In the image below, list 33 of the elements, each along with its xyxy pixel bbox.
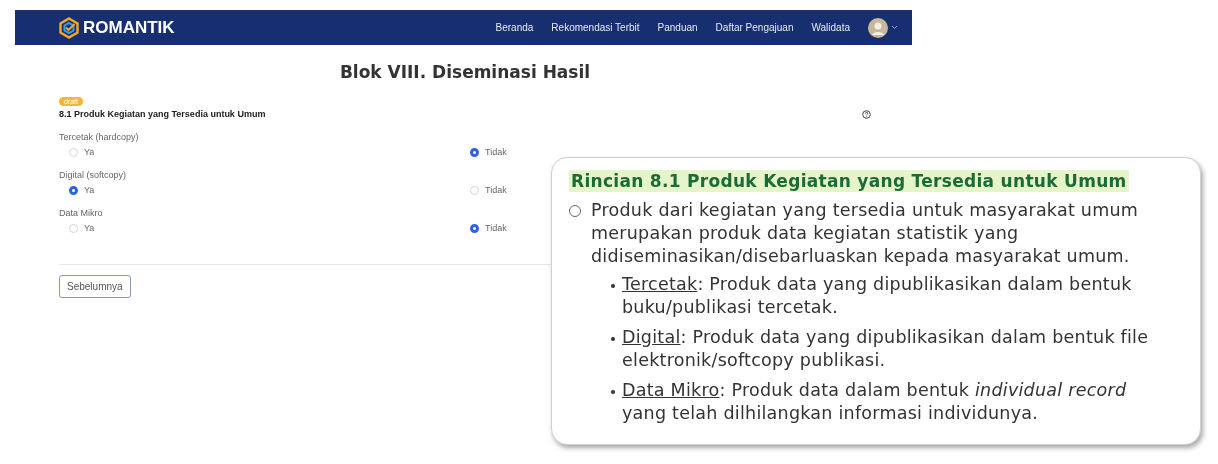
radio-button[interactable] — [470, 147, 479, 157]
bullet-icon — [611, 337, 615, 341]
definition-text: Data Mikro: Produk data dalam bentuk individual record yang telah dilhilangkan informasi individunya. — [622, 379, 1128, 425]
bullet-icon — [611, 390, 615, 394]
callout-title: Rincian 8.1 Produk Kegiatan yang Tersedia untuk Umum — [569, 170, 1129, 192]
description-text: Produk dari kegiatan yang tersedia untuk masyarakat umum merupakan produk data kegiatan statistik yang didiseminasikan/disebarluaskan kepada masyarakat umum. — [591, 199, 1140, 268]
avatar-icon[interactable] — [868, 17, 888, 38]
option-label: Tidak — [485, 147, 507, 157]
previous-button[interactable]: Sebelumnya — [59, 275, 131, 298]
option-label: Ya — [84, 185, 95, 195]
brand-name: ROMANTIK — [83, 17, 175, 38]
help-icon[interactable] — [862, 109, 871, 119]
radio-button[interactable] — [69, 185, 78, 195]
definition-text: Digital: Produk data yang dipublikasikan dalam bentuk file elektronik/softcopy publikasi. — [622, 326, 1150, 372]
page-title: Blok VIII. Diseminasi Hasil — [338, 62, 592, 82]
question-label: Data Mikro — [59, 208, 103, 218]
nav-link[interactable]: Rekomendasi Terbit — [551, 22, 640, 33]
nav-link[interactable]: Daftar Pengajuan — [715, 22, 794, 33]
chevron-icon[interactable] — [891, 25, 898, 30]
bullet-icon — [611, 284, 615, 288]
nav-link[interactable]: Panduan — [657, 22, 698, 33]
section-title: 8.1 Produk Kegiatan yang Tersedia untuk Umum — [59, 109, 266, 119]
option-label: Tidak — [485, 223, 507, 233]
definition-text: Tercetak: Produk data yang dipublikasikan dalam bentuk buku/publikasi tercetak. — [622, 273, 1133, 319]
logo-icon — [58, 16, 80, 39]
question-label: Tercetak (hardcopy) — [59, 132, 139, 142]
option-label: Tidak — [485, 185, 507, 195]
option-label: Ya — [84, 223, 95, 233]
nav-link[interactable]: Walidata — [811, 22, 850, 33]
question-label: Digital (softcopy) — [59, 170, 127, 180]
nav-link[interactable]: Beranda — [495, 22, 534, 33]
radio-button[interactable] — [470, 223, 479, 233]
option-label: Ya — [84, 147, 95, 157]
